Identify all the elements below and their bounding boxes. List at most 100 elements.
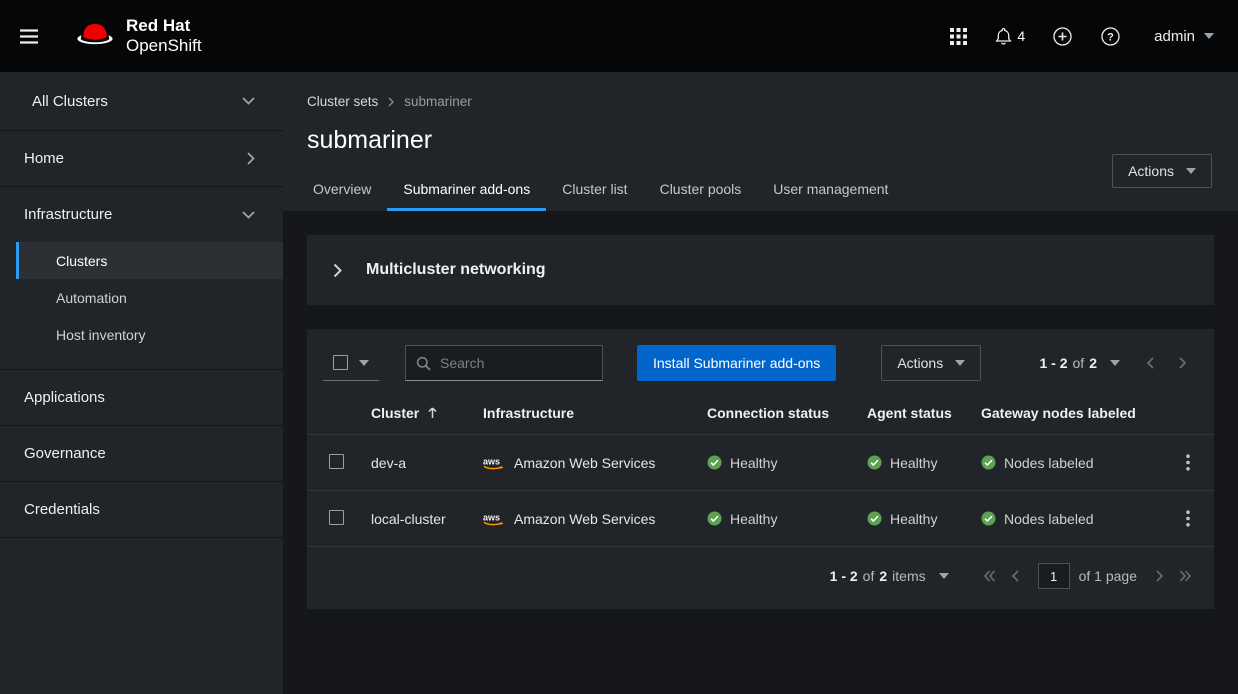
page-actions-label: Actions <box>1128 163 1174 179</box>
last-page-button[interactable] <box>1172 561 1198 591</box>
sidebar-item-governance[interactable]: Governance <box>0 426 283 482</box>
red-hat-logo-icon <box>74 21 116 51</box>
first-page-button[interactable] <box>977 561 1003 591</box>
nav-toggle-button[interactable] <box>0 0 58 72</box>
chevron-right-icon <box>1179 357 1186 369</box>
agent-status[interactable]: Healthy <box>890 455 937 471</box>
header-actions-cell <box>1162 397 1214 435</box>
add-resource-button[interactable] <box>1038 0 1086 72</box>
table-row: dev-a aws Amazon Web S <box>307 435 1214 491</box>
pagination-options-menu[interactable]: 1 - 2 of 2 <box>1040 355 1121 371</box>
chevron-right-icon <box>388 97 394 107</box>
tab-submariner-add-ons[interactable]: Submariner add-ons <box>387 171 546 211</box>
column-header-infrastructure: Infrastructure <box>471 397 695 435</box>
check-circle-icon <box>981 455 996 470</box>
pagination-options-menu-bottom[interactable]: 1 - 2 of 2 items <box>830 568 949 584</box>
cluster-name: local-cluster <box>359 491 471 547</box>
prev-page-button[interactable] <box>1134 345 1166 381</box>
bulk-select-dropdown[interactable] <box>323 345 379 381</box>
svg-text:aws: aws <box>483 456 500 466</box>
notifications-button[interactable]: 4 <box>982 0 1038 72</box>
brand-redhat-text: Red Hat <box>126 16 202 36</box>
header-checkbox-cell <box>307 397 359 435</box>
aws-icon: aws <box>483 512 506 526</box>
sidebar-item-label: Governance <box>24 445 106 462</box>
main-content: Cluster sets submariner submariner Actio… <box>283 72 1238 694</box>
chevron-down-icon <box>242 211 255 219</box>
connection-status[interactable]: Healthy <box>730 511 777 527</box>
column-label: Cluster <box>371 405 419 421</box>
sidebar-item-clusters[interactable]: Clusters <box>16 242 283 279</box>
user-menu-dropdown[interactable]: admin <box>1154 0 1214 72</box>
help-button[interactable]: ? <box>1086 0 1134 72</box>
notification-count-badge: 4 <box>1017 28 1025 44</box>
sidebar-item-credentials[interactable]: Credentials <box>0 482 283 538</box>
sort-ascending-icon <box>428 407 437 419</box>
sidebar-item-host-inventory[interactable]: Host inventory <box>16 316 283 353</box>
table-row: local-cluster aws Amaz <box>307 491 1214 547</box>
sidebar-nav: All Clusters Home Infrastructure Cluster… <box>0 72 283 694</box>
page-title: submariner <box>307 126 1212 155</box>
brand-logo: Red Hat OpenShift <box>74 16 202 55</box>
search-input[interactable] <box>440 355 592 371</box>
cluster-name: dev-a <box>359 435 471 491</box>
row-actions-kebab[interactable] <box>1178 506 1198 531</box>
search-box <box>405 345 603 381</box>
multicluster-networking-section: Multicluster networking <box>307 235 1214 305</box>
sidebar-item-home[interactable]: Home <box>0 131 283 187</box>
aws-icon: aws <box>483 456 506 470</box>
page-count-label: of 1 page <box>1079 568 1137 584</box>
next-page-button[interactable] <box>1146 561 1172 591</box>
sidebar-item-label: Host inventory <box>56 327 145 343</box>
page-navigation: of 1 page <box>977 561 1198 591</box>
check-circle-icon <box>707 511 722 526</box>
perspective-switcher[interactable]: All Clusters <box>0 72 283 131</box>
section-title: Multicluster networking <box>366 261 546 279</box>
agent-status[interactable]: Healthy <box>890 511 937 527</box>
sidebar-item-label: Automation <box>56 290 127 306</box>
tab-cluster-pools[interactable]: Cluster pools <box>644 171 758 211</box>
next-page-button[interactable] <box>1166 345 1198 381</box>
page-actions-dropdown[interactable]: Actions <box>1112 154 1212 188</box>
sidebar-item-label: Home <box>24 150 64 167</box>
tab-label: Cluster list <box>562 181 627 197</box>
sidebar-item-label: Infrastructure <box>24 206 112 223</box>
row-checkbox[interactable] <box>329 454 344 469</box>
gateway-nodes-status[interactable]: Nodes labeled <box>1004 455 1094 471</box>
pagination-total: 2 <box>879 568 887 584</box>
column-header-cluster[interactable]: Cluster <box>359 397 471 435</box>
tab-label: User management <box>773 181 888 197</box>
bulk-select-checkbox[interactable] <box>333 355 348 370</box>
sidebar-item-infrastructure[interactable]: Infrastructure <box>0 187 283 242</box>
sidebar-item-automation[interactable]: Automation <box>16 279 283 316</box>
double-chevron-right-icon <box>1179 570 1191 582</box>
help-icon: ? <box>1101 27 1120 46</box>
toolbar-actions-dropdown[interactable]: Actions <box>881 345 981 381</box>
kebab-icon <box>1186 510 1190 527</box>
caret-down-icon <box>359 360 369 366</box>
search-icon <box>416 356 431 371</box>
tab-user-management[interactable]: User management <box>757 171 904 211</box>
pagination-items-label: items <box>892 568 925 584</box>
current-page-input[interactable] <box>1038 563 1070 589</box>
double-chevron-left-icon <box>984 570 996 582</box>
connection-status[interactable]: Healthy <box>730 455 777 471</box>
column-header-gateway-nodes: Gateway nodes labeled <box>969 397 1162 435</box>
check-circle-icon <box>867 511 882 526</box>
breadcrumb-cluster-sets-link[interactable]: Cluster sets <box>307 94 378 109</box>
sidebar-item-applications[interactable]: Applications <box>0 370 283 426</box>
pagination-range: 1 - 2 <box>1040 355 1068 371</box>
install-submariner-button[interactable]: Install Submariner add-ons <box>637 345 836 381</box>
expand-section-button[interactable] <box>329 259 346 282</box>
chevron-right-icon <box>247 152 255 165</box>
prev-page-button[interactable] <box>1003 561 1029 591</box>
tab-overview[interactable]: Overview <box>307 171 387 211</box>
row-actions-kebab[interactable] <box>1178 450 1198 475</box>
tab-cluster-list[interactable]: Cluster list <box>546 171 643 211</box>
chevron-left-icon <box>1147 357 1154 369</box>
caret-down-icon <box>1110 360 1120 366</box>
row-checkbox[interactable] <box>329 510 344 525</box>
gateway-nodes-status[interactable]: Nodes labeled <box>1004 511 1094 527</box>
app-launcher-button[interactable] <box>934 0 982 72</box>
check-circle-icon <box>981 511 996 526</box>
